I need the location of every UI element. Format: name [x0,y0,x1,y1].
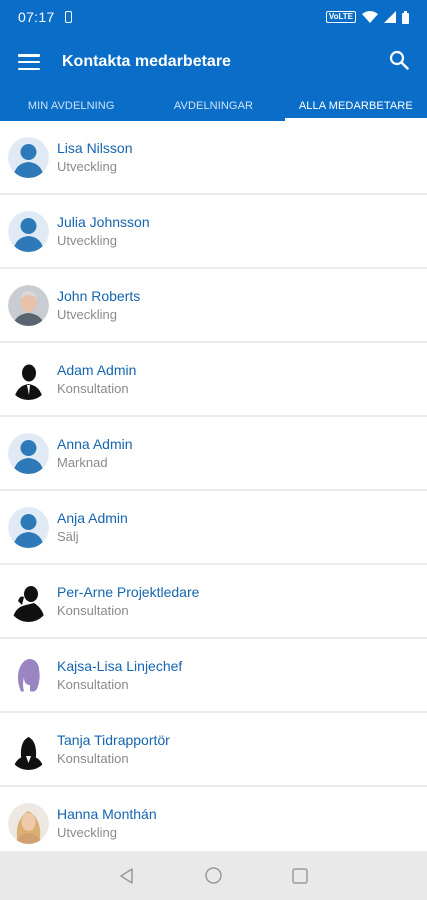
contact-department: Marknad [57,454,108,470]
contact-department: Utveckling [57,158,117,174]
default-person-icon [8,210,49,252]
tab-bar: MIN AVDELNING AVDELNINGAR ALLA MEDARBETA… [0,90,427,121]
default-person-icon [8,136,49,178]
wifi-icon [362,11,378,23]
contact-row[interactable]: Anja Admin Sälj [0,491,427,563]
contact-department: Konsultation [57,676,129,692]
contact-department: Utveckling [57,824,117,840]
contact-row[interactable]: John Roberts Utveckling [0,269,427,341]
contact-name: Tanja Tidrapportör [57,731,170,748]
contact-row[interactable]: Per-Arne Projektledare Konsultation [0,565,427,637]
hamburger-menu-icon[interactable] [18,54,40,70]
back-triangle-icon[interactable] [119,867,135,884]
contact-name: Lisa Nilsson [57,139,133,156]
tab-avdelningar[interactable]: AVDELNINGAR [142,90,284,121]
contact-name: Anja Admin [57,509,128,526]
default-person-icon [8,432,49,474]
contact-row[interactable]: Adam Admin Konsultation [0,343,427,415]
contact-department: Konsultation [57,750,129,766]
contact-name: Kajsa-Lisa Linjechef [57,657,183,674]
sim-card-icon [64,11,72,23]
contact-name: John Roberts [57,287,141,304]
tab-alla-medarbetare[interactable]: ALLA MEDARBETARE [284,90,427,121]
contact-department: Konsultation [57,380,129,396]
woman-photo [8,802,49,844]
woman-purple-silhouette-icon [8,654,49,696]
status-time: 07:17 [18,9,55,25]
app-bar: Kontakta medarbetare [0,34,427,90]
signal-icon [384,11,396,23]
volte-badge: VoLTE [325,11,356,23]
home-circle-icon[interactable] [205,867,222,884]
default-person-icon [8,506,49,548]
system-nav-bar [0,851,427,900]
contact-list: Lisa Nilsson Utveckling Julia Johnsson U… [0,121,427,851]
status-indicators: VoLTE [325,10,409,24]
recents-square-icon[interactable] [292,867,308,884]
contact-name: Adam Admin [57,361,137,378]
contact-row[interactable]: Anna Admin Marknad [0,417,427,489]
contact-name: Per-Arne Projektledare [57,583,200,600]
battery-icon [402,10,409,24]
status-bar: 07:17 VoLTE [0,0,427,34]
contact-row[interactable]: Lisa Nilsson Utveckling [0,121,427,193]
contact-row[interactable]: Hanna Monthán Utveckling [0,787,427,851]
page-title: Kontakta medarbetare [62,53,231,70]
search-icon[interactable] [389,50,409,75]
contact-department: Utveckling [57,232,117,248]
man-phone-silhouette-icon [8,580,49,622]
woman-silhouette-icon [8,728,49,770]
man-photo [8,284,49,326]
man-silhouette-icon [8,358,49,400]
contact-name: Hanna Monthán [57,805,157,822]
contact-department: Konsultation [57,602,129,618]
contact-row[interactable]: Tanja Tidrapportör Konsultation [0,713,427,785]
contact-department: Sälj [57,528,79,544]
contact-row[interactable]: Kajsa-Lisa Linjechef Konsultation [0,639,427,711]
contact-row[interactable]: Julia Johnsson Utveckling [0,195,427,267]
tab-min-avdelning[interactable]: MIN AVDELNING [0,90,142,121]
contact-name: Julia Johnsson [57,213,150,230]
contact-name: Anna Admin [57,435,133,452]
contact-department: Utveckling [57,306,117,322]
